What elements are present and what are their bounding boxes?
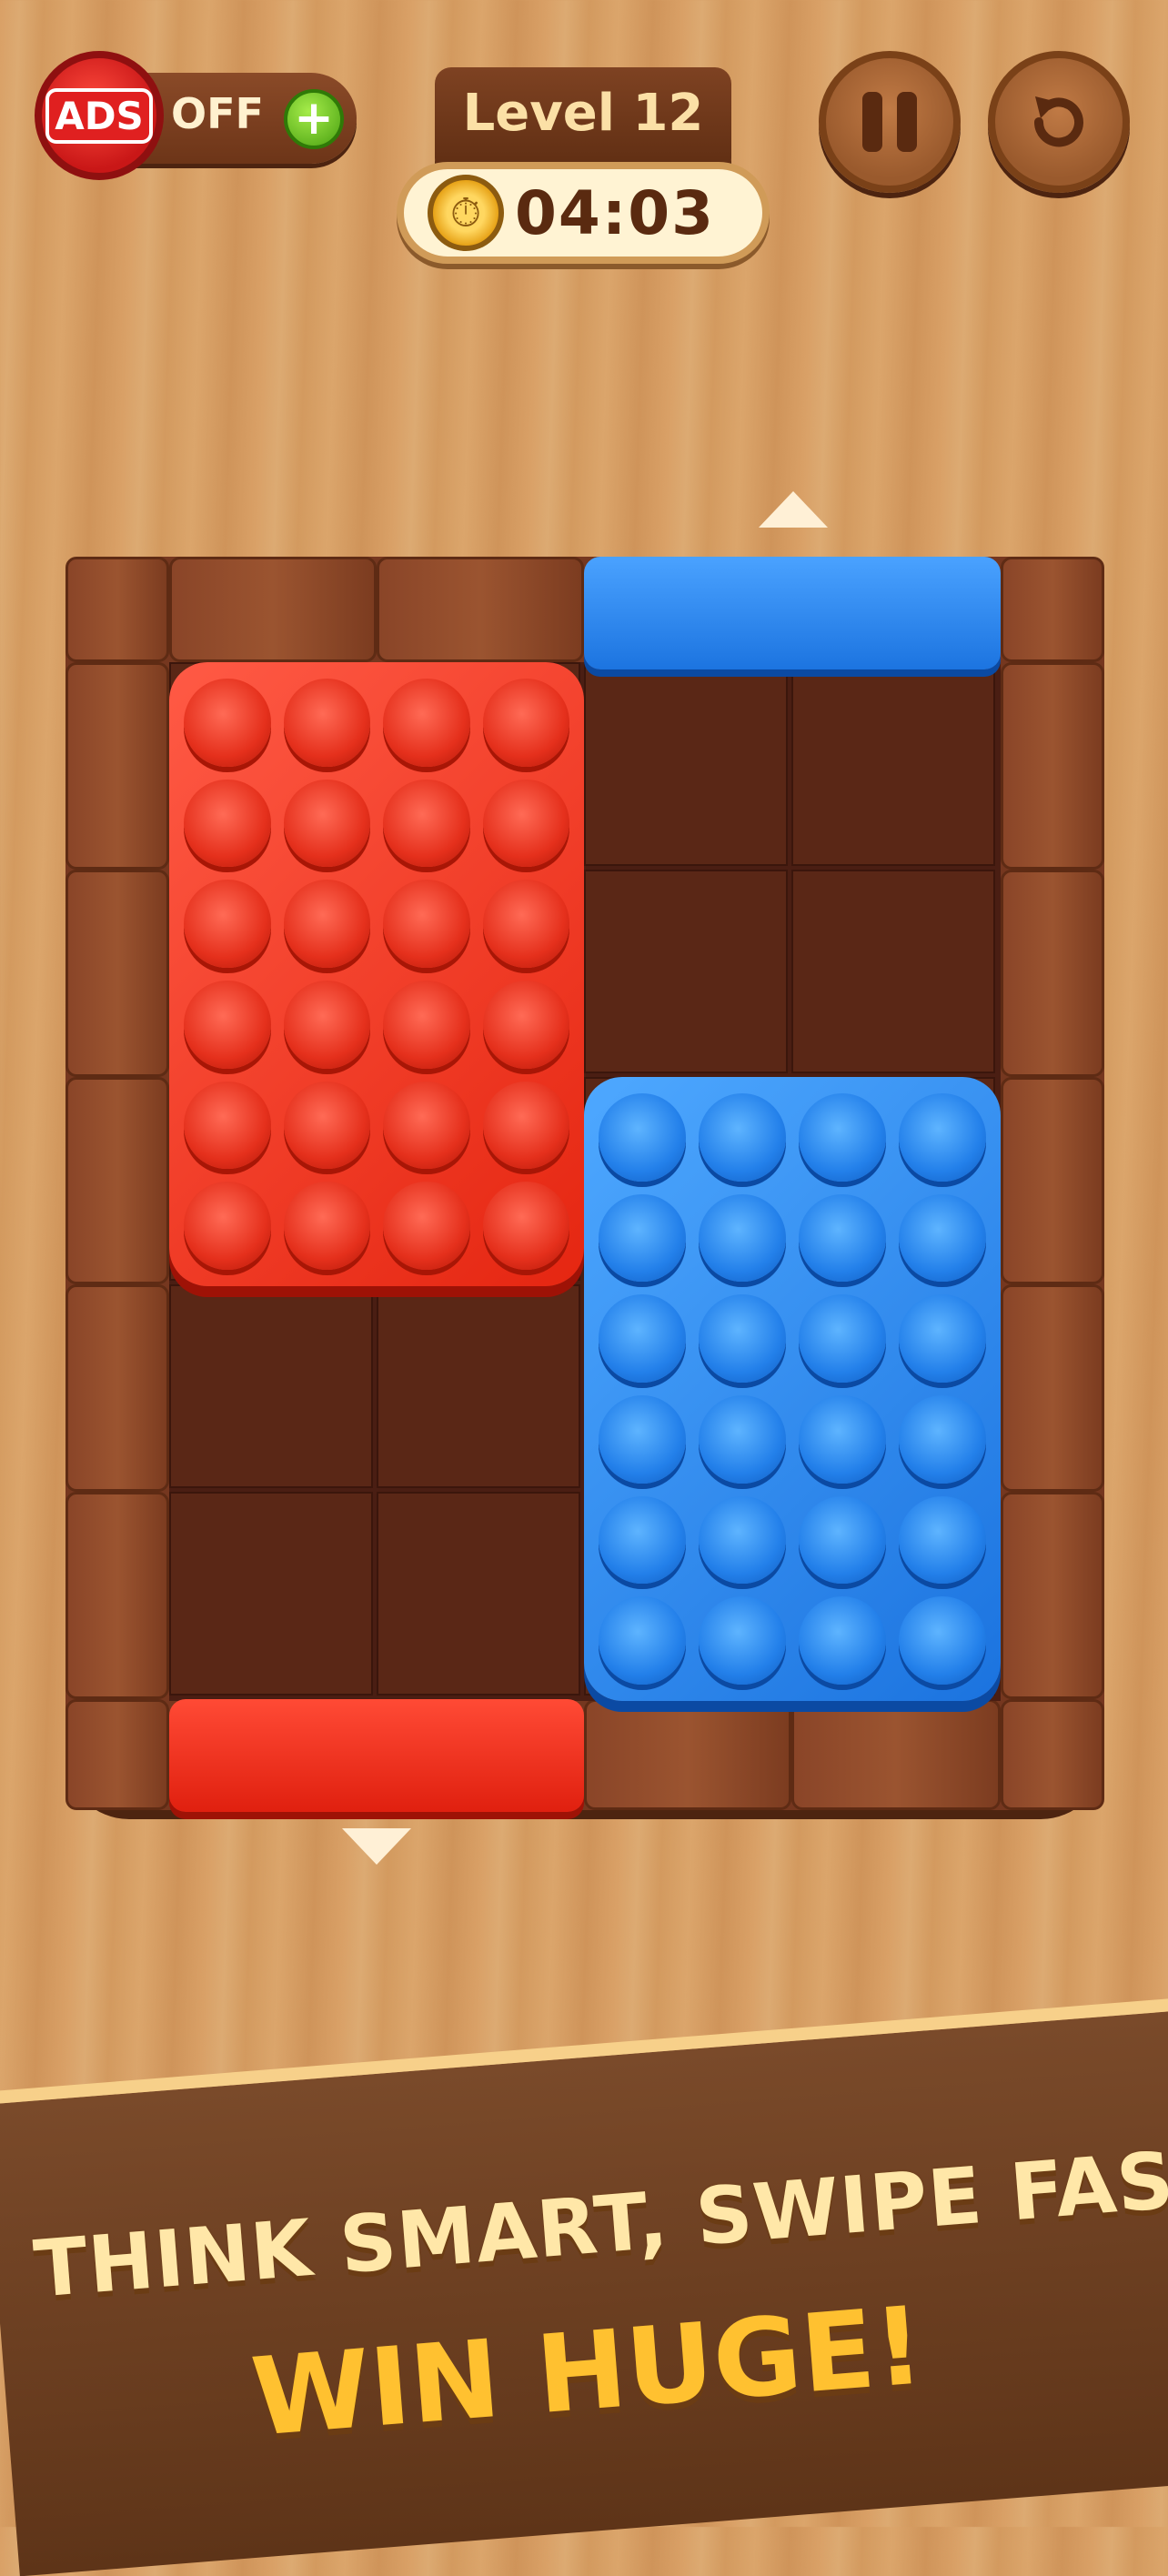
block-stud [699, 1495, 786, 1585]
block-stud [283, 980, 370, 1069]
grid-cell [791, 662, 995, 866]
wall-piece [1001, 662, 1104, 870]
wall-piece [791, 1699, 1001, 1810]
block-stud [799, 1294, 886, 1383]
block-stud [899, 1394, 986, 1484]
block-stud [383, 679, 470, 767]
pause-button[interactable] [819, 51, 961, 193]
block-stud [383, 1182, 470, 1270]
block-stud [699, 1394, 786, 1484]
block-stud [383, 980, 470, 1069]
block-stud [184, 679, 271, 767]
wall-piece [1001, 1699, 1104, 1810]
level-label: Level 12 [462, 84, 704, 143]
grid-cell [169, 1492, 373, 1696]
wall-piece [1001, 1284, 1104, 1492]
blue-block[interactable] [584, 1077, 1001, 1701]
wall-piece [65, 1284, 169, 1492]
wall-piece [65, 662, 169, 870]
block-stud [599, 1394, 686, 1484]
block-stud [599, 1294, 686, 1383]
block-stud [184, 880, 271, 968]
block-stud [184, 980, 271, 1069]
wall-piece [65, 1492, 169, 1699]
block-stud [482, 779, 569, 868]
stopwatch-icon: ⏱ [428, 175, 504, 251]
block-stud [899, 1596, 986, 1685]
ads-badge-label: ADS [45, 87, 153, 144]
block-stud [283, 880, 370, 968]
grid-cell [791, 870, 995, 1073]
block-stud [799, 1495, 886, 1585]
block-stud [799, 1596, 886, 1685]
block-stud [799, 1093, 886, 1182]
grid-cell [377, 1284, 580, 1488]
block-stud [283, 1182, 370, 1270]
arrow-up-icon [759, 491, 828, 528]
no-ads-icon[interactable]: ADS [35, 51, 164, 180]
block-stud [599, 1093, 686, 1182]
block-stud [482, 880, 569, 968]
pause-icon-bar [897, 92, 917, 152]
wall-piece [1001, 557, 1104, 662]
block-stud [899, 1193, 986, 1283]
timer-value: 04:03 [515, 178, 716, 248]
grid-cell [169, 1284, 373, 1488]
arrow-down-icon [342, 1828, 411, 1865]
wall-piece [65, 1077, 169, 1284]
block-stud [283, 1081, 370, 1170]
grid-cell [377, 1492, 580, 1696]
block-stud [482, 1081, 569, 1170]
block-stud [184, 1081, 271, 1170]
restart-icon [1033, 96, 1083, 147]
block-stud [283, 679, 370, 767]
block-stud [383, 880, 470, 968]
block-stud [383, 1081, 470, 1170]
grid-cell [584, 870, 788, 1073]
wall-piece [1001, 1077, 1104, 1284]
block-stud [599, 1193, 686, 1283]
block-stud [699, 1093, 786, 1182]
block-stud [799, 1394, 886, 1484]
grid-cell [584, 662, 788, 866]
wall-piece [1001, 1492, 1104, 1699]
wall-piece [1001, 870, 1104, 1077]
block-stud [699, 1193, 786, 1283]
block-stud [699, 1596, 786, 1685]
wall-piece [169, 557, 377, 662]
ads-status-label: OFF [171, 89, 264, 138]
wall-piece [65, 870, 169, 1077]
red-exit-gate [169, 1699, 584, 1812]
wall-piece [65, 1699, 169, 1810]
red-block[interactable] [169, 662, 584, 1286]
block-stud [482, 679, 569, 767]
block-stud [699, 1294, 786, 1383]
block-stud [599, 1596, 686, 1685]
wall-piece [65, 557, 169, 662]
wall-piece [377, 557, 584, 662]
add-icon[interactable]: + [284, 89, 344, 149]
block-stud [283, 779, 370, 868]
block-stud [482, 1182, 569, 1270]
block-stud [899, 1093, 986, 1182]
restart-button[interactable] [988, 51, 1130, 193]
block-stud [184, 1182, 271, 1270]
block-stud [599, 1495, 686, 1585]
wall-piece [584, 1699, 791, 1810]
block-stud [383, 779, 470, 868]
block-stud [184, 779, 271, 868]
block-stud [482, 980, 569, 1069]
block-stud [899, 1294, 986, 1383]
block-stud [799, 1193, 886, 1283]
blue-exit-gate [584, 557, 1001, 669]
pause-icon [862, 92, 882, 152]
block-stud [899, 1495, 986, 1585]
